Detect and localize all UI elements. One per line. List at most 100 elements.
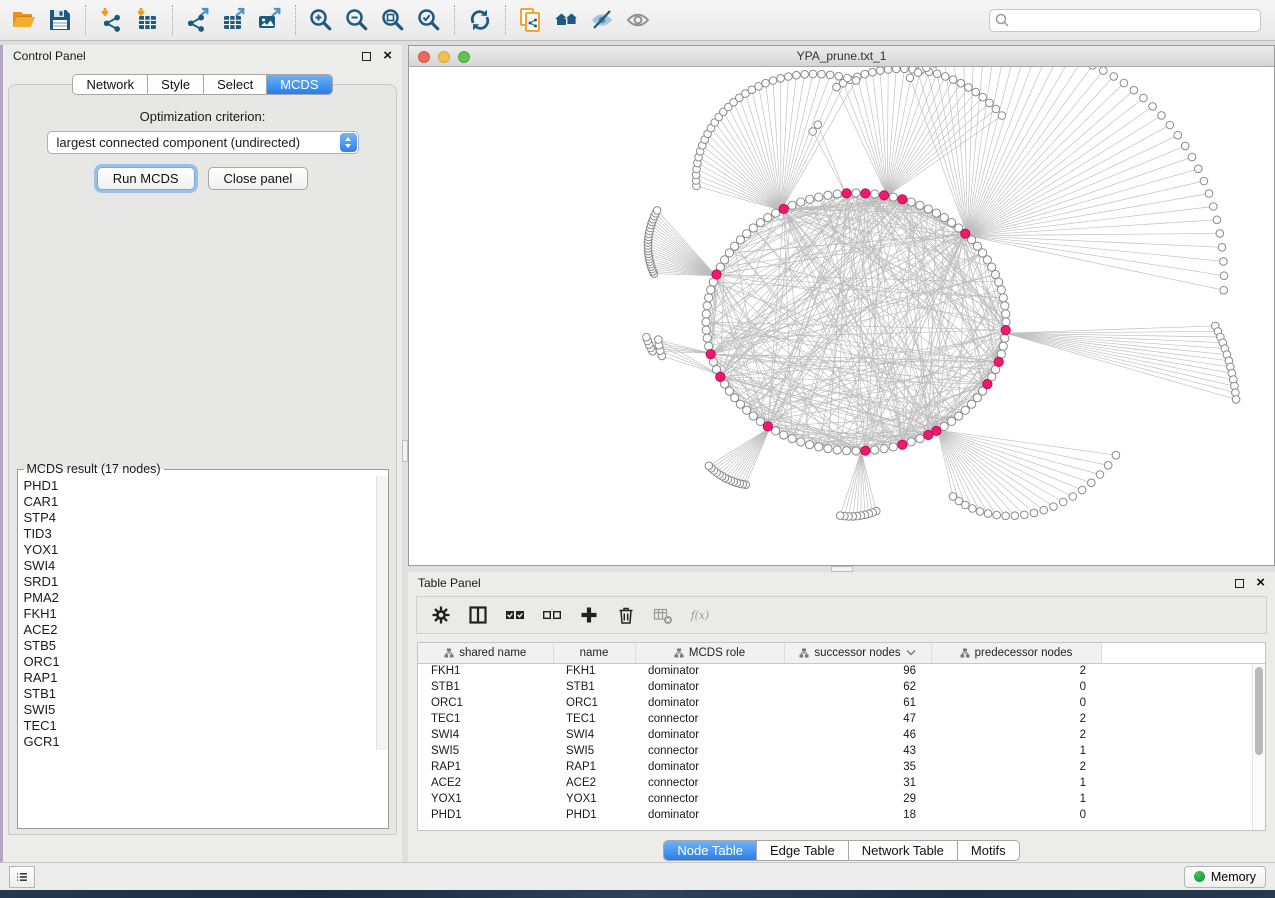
mcds-result-item[interactable]: ACE2 (24, 622, 388, 638)
mcds-result-item[interactable]: TEC1 (24, 718, 388, 734)
close-panel-button[interactable]: Close panel (208, 167, 309, 190)
add-column-button[interactable] (579, 605, 599, 625)
node-table: shared namenameMCDS rolesuccessor nodesp… (417, 642, 1266, 831)
task-history-button[interactable] (9, 866, 35, 888)
network-canvas[interactable] (409, 67, 1274, 565)
close-icon[interactable]: × (1256, 578, 1265, 588)
table-cell: ORC1 (418, 695, 553, 711)
mcds-result-item[interactable]: STB1 (24, 686, 388, 702)
table-scrollbar[interactable] (1252, 664, 1265, 830)
zoom-selected-button[interactable] (411, 4, 447, 36)
mcds-result-item[interactable]: SWI4 (24, 558, 388, 574)
panel-splitter[interactable] (402, 45, 408, 862)
mcds-result-item[interactable]: PMA2 (24, 590, 388, 606)
table-row[interactable]: SWI4SWI4dominator462 (418, 727, 1265, 743)
table-row[interactable]: ORC1ORC1dominator610 (418, 695, 1265, 711)
table-settings-gear-button[interactable] (431, 605, 451, 625)
table-row[interactable]: SWI5SWI5connector431 (418, 743, 1265, 759)
refresh-view-icon (467, 7, 493, 33)
minimize-window-button[interactable] (438, 51, 450, 63)
close-icon[interactable]: × (383, 51, 392, 61)
run-mcds-button[interactable]: Run MCDS (97, 167, 195, 190)
tab-select[interactable]: Select (204, 75, 267, 94)
tab-network[interactable]: Network (73, 75, 148, 94)
column-header[interactable]: successor nodes (784, 643, 931, 663)
select-all-checkboxes-button[interactable] (505, 605, 525, 625)
import-network-button[interactable] (93, 4, 129, 36)
mcds-result-item[interactable]: YOX1 (24, 542, 388, 558)
table-row[interactable]: RAP1RAP1dominator352 (418, 759, 1265, 775)
tab-mcds[interactable]: MCDS (267, 75, 331, 94)
close-window-button[interactable] (418, 51, 430, 63)
table-cell: RAP1 (418, 759, 553, 775)
zoom-fit-button[interactable] (375, 4, 411, 36)
search-input[interactable] (989, 9, 1261, 32)
tab-edge-table[interactable]: Edge Table (757, 841, 849, 860)
table-cell: dominator (635, 695, 784, 711)
result-scrollbar[interactable] (376, 476, 388, 750)
open-file-button[interactable] (6, 4, 42, 36)
optimization-criterion-label: Optimization criterion: (140, 109, 266, 124)
zoom-out-icon (344, 7, 370, 33)
clone-network-button[interactable] (513, 4, 549, 36)
float-icon[interactable] (362, 52, 371, 61)
mcds-result-item[interactable]: RAP1 (24, 670, 388, 686)
optimization-criterion-select[interactable]: largest connected component (undirected) (47, 131, 359, 154)
tab-node-table[interactable]: Node Table (664, 841, 757, 860)
mcds-result-item[interactable]: SWI5 (24, 702, 388, 718)
add-column-icon (579, 605, 599, 625)
zoom-window-button[interactable] (458, 51, 470, 63)
tab-style[interactable]: Style (148, 75, 204, 94)
mcds-result-item[interactable]: ORC1 (24, 654, 388, 670)
table-cell: 2 (931, 727, 1101, 743)
save-session-button[interactable] (42, 4, 78, 36)
delete-columns-button[interactable] (616, 605, 636, 625)
mcds-result-item[interactable]: CAR1 (24, 494, 388, 510)
mcds-result-item[interactable]: SRD1 (24, 574, 388, 590)
hide-selected-button[interactable] (585, 4, 621, 36)
right-column: YPA_prune.txt_1 Table Panel × f(x) share… (408, 45, 1275, 862)
column-header[interactable]: name (553, 643, 635, 663)
refresh-view-button[interactable] (462, 4, 498, 36)
table-cell: RAP1 (553, 759, 635, 775)
import-table-button[interactable] (129, 4, 165, 36)
toolbar-separator (85, 5, 86, 35)
mcds-result-item[interactable]: GCR1 (24, 734, 388, 750)
export-table-button[interactable] (216, 4, 252, 36)
table-cell: dominator (635, 663, 784, 679)
export-image-button[interactable] (252, 4, 288, 36)
table-row[interactable]: FKH1FKH1dominator962 (418, 663, 1265, 679)
table-cell: 31 (784, 775, 931, 791)
mcds-result-item[interactable]: FKH1 (24, 606, 388, 622)
show-columns-button[interactable] (468, 605, 488, 625)
table-row[interactable]: ACE2ACE2connector311 (418, 775, 1265, 791)
table-row[interactable]: STB1STB1dominator620 (418, 679, 1265, 695)
table-splitter[interactable] (408, 566, 1275, 572)
deselect-all-checkboxes-button[interactable] (542, 605, 562, 625)
column-header[interactable]: MCDS role (635, 643, 784, 663)
zoom-out-button[interactable] (339, 4, 375, 36)
show-hidden-button[interactable] (621, 4, 657, 36)
tab-network-table[interactable]: Network Table (849, 841, 958, 860)
tab-motifs[interactable]: Motifs (958, 841, 1019, 860)
memory-status-icon (1194, 871, 1205, 882)
zoom-selected-icon (416, 7, 442, 33)
table-row[interactable]: PHD1PHD1dominator180 (418, 807, 1265, 823)
zoom-in-button[interactable] (303, 4, 339, 36)
mcds-result-item[interactable]: STP4 (24, 510, 388, 526)
column-header[interactable]: shared name (418, 643, 553, 663)
memory-button[interactable]: Memory (1184, 866, 1266, 888)
mcds-result-item[interactable]: PHD1 (24, 478, 388, 494)
table-settings-gear-icon (431, 605, 451, 625)
column-header[interactable]: predecessor nodes (931, 643, 1101, 663)
table-row[interactable]: TEC1TEC1connector472 (418, 711, 1265, 727)
float-icon[interactable] (1235, 579, 1244, 588)
table-cell: connector (635, 791, 784, 807)
main-content: Control Panel × NetworkStyleSelectMCDS O… (0, 41, 1275, 862)
first-neighbors-button[interactable] (549, 4, 585, 36)
export-network-button[interactable] (180, 4, 216, 36)
mcds-result-item[interactable]: STB5 (24, 638, 388, 654)
table-row[interactable]: YOX1YOX1connector291 (418, 791, 1265, 807)
mcds-result-item[interactable]: TID3 (24, 526, 388, 542)
mcds-panel: Optimization criterion: largest connecte… (8, 84, 397, 835)
